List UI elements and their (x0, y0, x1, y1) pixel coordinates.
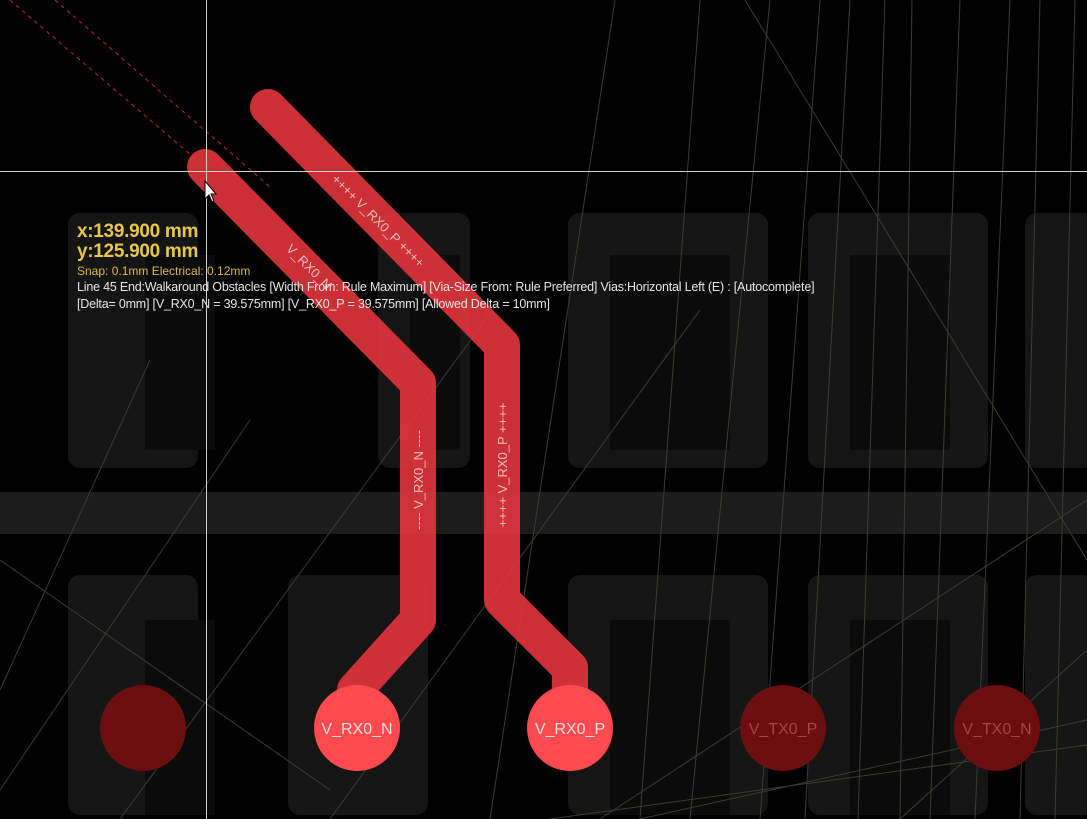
trace-label-rx-p-vertical: ++++ V_RX0_P ++++ (495, 403, 510, 528)
pad-label-v-rx0-p: V_RX0_P (535, 721, 605, 738)
pcb-canvas[interactable]: V_RX0_N V_RX0_P V_TX0_P V_TX0_N V_RX0_N … (0, 0, 1087, 819)
pad-label-v-tx0-n: V_TX0_N (962, 721, 1031, 738)
pad-label-v-tx0-p: V_TX0_P (749, 721, 817, 738)
trace-label-rx-n-vertical: ---- V_RX0_N ---- (411, 430, 426, 530)
board-horizontal-plane (0, 492, 1087, 534)
pad-label-v-rx0-n: V_RX0_N (321, 721, 392, 738)
pad[interactable] (100, 685, 186, 771)
